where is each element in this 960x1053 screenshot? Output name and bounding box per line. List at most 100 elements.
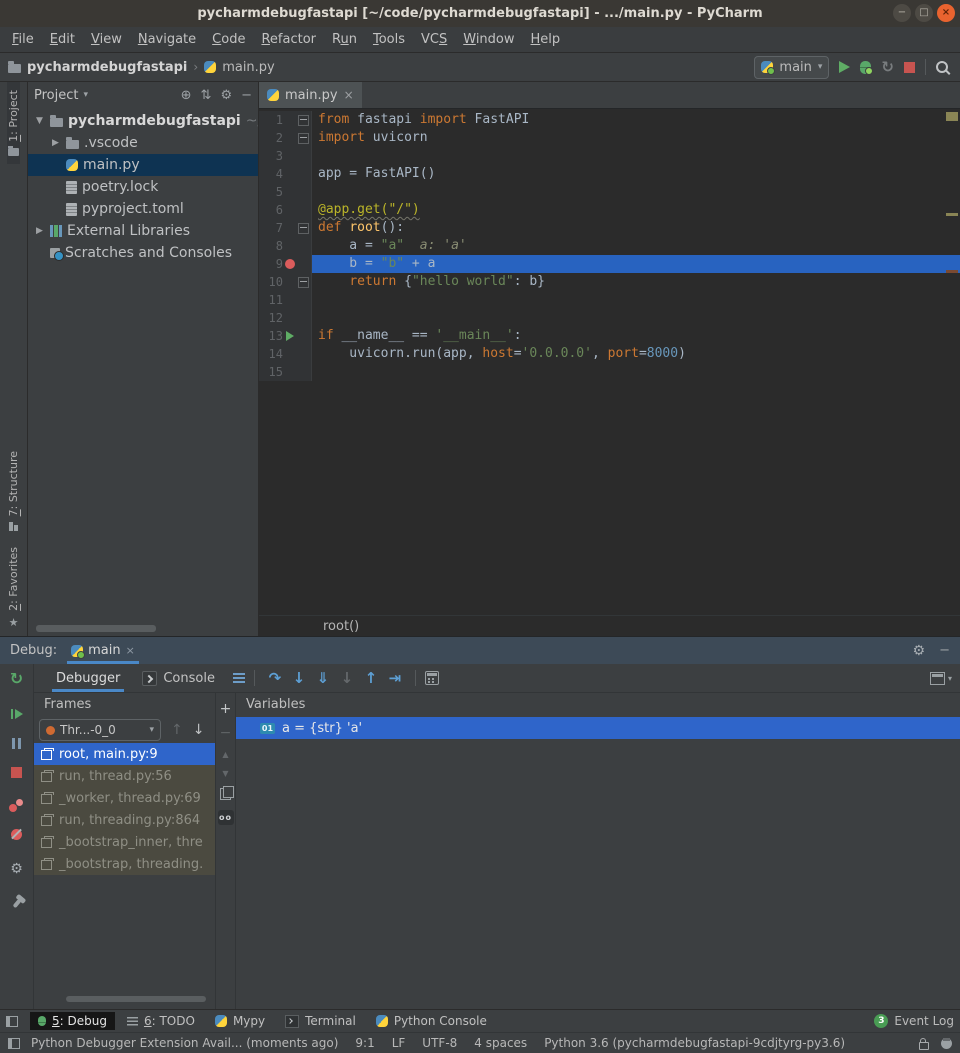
fold-marker[interactable] [298, 115, 309, 126]
tree-item-external-libraries[interactable]: ▶External Libraries [28, 220, 258, 242]
editor-gutter[interactable]: 8 [259, 237, 312, 255]
menu-file[interactable]: File [4, 29, 42, 50]
editor-gutter[interactable]: 3 [259, 147, 312, 165]
step-into-icon[interactable]: ↓ [288, 669, 310, 687]
step-out-icon[interactable]: ↑ [360, 669, 382, 687]
editor-gutter[interactable]: 1 [259, 111, 312, 129]
breadcrumb-function[interactable]: root() [323, 619, 359, 634]
toolwindow-5-debug[interactable]: 5: Debug [30, 1012, 115, 1030]
code-line-11[interactable]: 11 [259, 291, 960, 309]
menu-navigate[interactable]: Navigate [130, 29, 204, 50]
code-line-5[interactable]: 5 [259, 183, 960, 201]
horizontal-scrollbar[interactable] [66, 996, 206, 1002]
debug-stripe-marker[interactable] [946, 270, 958, 273]
debug-session-tab[interactable]: main × [67, 637, 139, 664]
run-to-cursor-icon[interactable]: ⇥ [384, 669, 406, 687]
editor-gutter[interactable]: 11 [259, 291, 312, 309]
editor-gutter[interactable]: 5 [259, 183, 312, 201]
inspections-hector-icon[interactable] [941, 1038, 952, 1049]
tree-item-pycharmdebugfastapi[interactable]: ▼pycharmdebugfastapi ~/code/pycharmdebug… [28, 110, 258, 132]
code-line-14[interactable]: 14 uvicorn.run(app, host='0.0.0.0', port… [259, 345, 960, 363]
close-button[interactable]: × [937, 4, 955, 22]
editor-gutter[interactable]: 2 [259, 129, 312, 147]
settings-gear-icon[interactable]: ⚙ [10, 862, 23, 876]
stop-button[interactable] [904, 62, 915, 73]
editor-gutter[interactable]: 15 [259, 363, 312, 381]
editor-gutter[interactable]: 9 [259, 255, 312, 273]
tree-item-pyproject-toml[interactable]: pyproject.toml [28, 198, 258, 220]
frame-bootstrap-inner-thre[interactable]: _bootstrap_inner, thre [34, 831, 215, 853]
move-down-icon[interactable]: ▼ [222, 769, 228, 778]
collapsed-arrow-icon[interactable]: ▶ [34, 226, 45, 236]
step-over-icon[interactable]: ↷ [264, 669, 286, 687]
code-line-2[interactable]: 2import uvicorn [259, 129, 960, 147]
search-everywhere-button[interactable] [936, 61, 948, 73]
stop-icon[interactable] [11, 767, 22, 778]
toolwindow-terminal[interactable]: Terminal [277, 1012, 364, 1030]
menu-refactor[interactable]: Refactor [253, 29, 324, 50]
toolwindow-python-console[interactable]: Python Console [368, 1012, 495, 1030]
event-log-button[interactable]: Event Log [894, 1014, 954, 1028]
add-watch-icon[interactable]: + [220, 702, 232, 716]
run-config-select[interactable]: main ▾ [754, 56, 829, 79]
pin-icon[interactable] [12, 899, 21, 908]
horizontal-scrollbar[interactable] [36, 625, 156, 632]
toolwindow-6-todo[interactable]: 6: TODO [119, 1012, 203, 1030]
step-into-my-code-icon[interactable]: ⇓ [312, 669, 334, 687]
menu-tools[interactable]: Tools [365, 29, 413, 50]
project-panel-title[interactable]: Project [34, 88, 78, 103]
tab-console[interactable]: Console [132, 664, 225, 692]
menu-help[interactable]: Help [523, 29, 569, 50]
code-line-4[interactable]: 4app = FastAPI() [259, 165, 960, 183]
python-interpreter[interactable]: Python 3.6 (pycharmdebugfastapi-9cdjtyrg… [544, 1036, 845, 1050]
debug-button[interactable] [860, 61, 871, 74]
code-line-10[interactable]: 10 return {"hello world": b} [259, 273, 960, 291]
close-icon[interactable]: × [344, 88, 354, 102]
tree-item-vscode[interactable]: ▶.vscode [28, 132, 258, 154]
warning-stripe-marker[interactable] [946, 213, 958, 216]
maximize-button[interactable]: □ [915, 4, 933, 22]
editor-gutter[interactable]: 13 [259, 327, 312, 345]
code-line-13[interactable]: 13if __name__ == '__main__': [259, 327, 960, 345]
editor-gutter[interactable]: 12 [259, 309, 312, 327]
fold-icon[interactable] [297, 277, 309, 288]
duplicate-icon[interactable] [220, 788, 231, 800]
restore-layout-icon[interactable] [930, 672, 945, 685]
expanded-arrow-icon[interactable]: ▼ [34, 116, 45, 126]
layout-options-icon[interactable] [233, 673, 245, 683]
code-line-12[interactable]: 12 [259, 309, 960, 327]
breakpoint-dot[interactable] [285, 259, 295, 269]
code-line-3[interactable]: 3 [259, 147, 960, 165]
evaluate-expression-icon[interactable] [425, 671, 439, 685]
fold-icon[interactable] [297, 133, 309, 144]
pause-icon[interactable] [12, 738, 21, 749]
sidebar-item-1-project[interactable]: 1: Project [7, 82, 20, 164]
remove-watch-icon[interactable]: − [220, 726, 232, 740]
menu-edit[interactable]: Edit [42, 29, 83, 50]
breadcrumb-file[interactable]: main.py [222, 60, 275, 75]
force-step-into-icon[interactable]: ↓ [336, 669, 358, 687]
editor-gutter[interactable]: 7 [259, 219, 312, 237]
code-line-15[interactable]: 15 [259, 363, 960, 381]
show-watches-icon[interactable]: oo [218, 810, 234, 825]
toolwindow-mypy[interactable]: Mypy [207, 1012, 273, 1030]
title-bar[interactable]: pycharmdebugfastapi [~/code/pycharmdebug… [0, 0, 960, 27]
run-arrow-icon[interactable] [283, 331, 297, 341]
code-editor[interactable]: 1from fastapi import FastAPI2import uvic… [259, 109, 960, 615]
fold-marker[interactable] [298, 277, 309, 288]
variable-row[interactable]: 01a = {str} 'a' [236, 717, 960, 739]
collapsed-arrow-icon[interactable]: ▶ [50, 138, 61, 148]
code-line-8[interactable]: 8 a = "a" a: 'a' [259, 237, 960, 255]
run-line-icon[interactable] [286, 331, 294, 341]
mute-breakpoints-icon[interactable] [11, 829, 22, 840]
coverage-button[interactable]: ↻ [881, 60, 894, 75]
code-line-1[interactable]: 1from fastapi import FastAPI [259, 111, 960, 129]
sidebar-item-2-favorites[interactable]: 2: Favorites★ [7, 539, 20, 636]
next-frame-icon[interactable]: ↓ [193, 722, 205, 738]
fold-icon[interactable] [297, 115, 309, 126]
fold-marker[interactable] [298, 133, 309, 144]
code-line-6[interactable]: 6@app.get("/") [259, 201, 960, 219]
lock-icon[interactable] [919, 1042, 929, 1050]
tree-item-poetry-lock[interactable]: poetry.lock [28, 176, 258, 198]
hide-panel-icon[interactable]: − [241, 89, 252, 102]
